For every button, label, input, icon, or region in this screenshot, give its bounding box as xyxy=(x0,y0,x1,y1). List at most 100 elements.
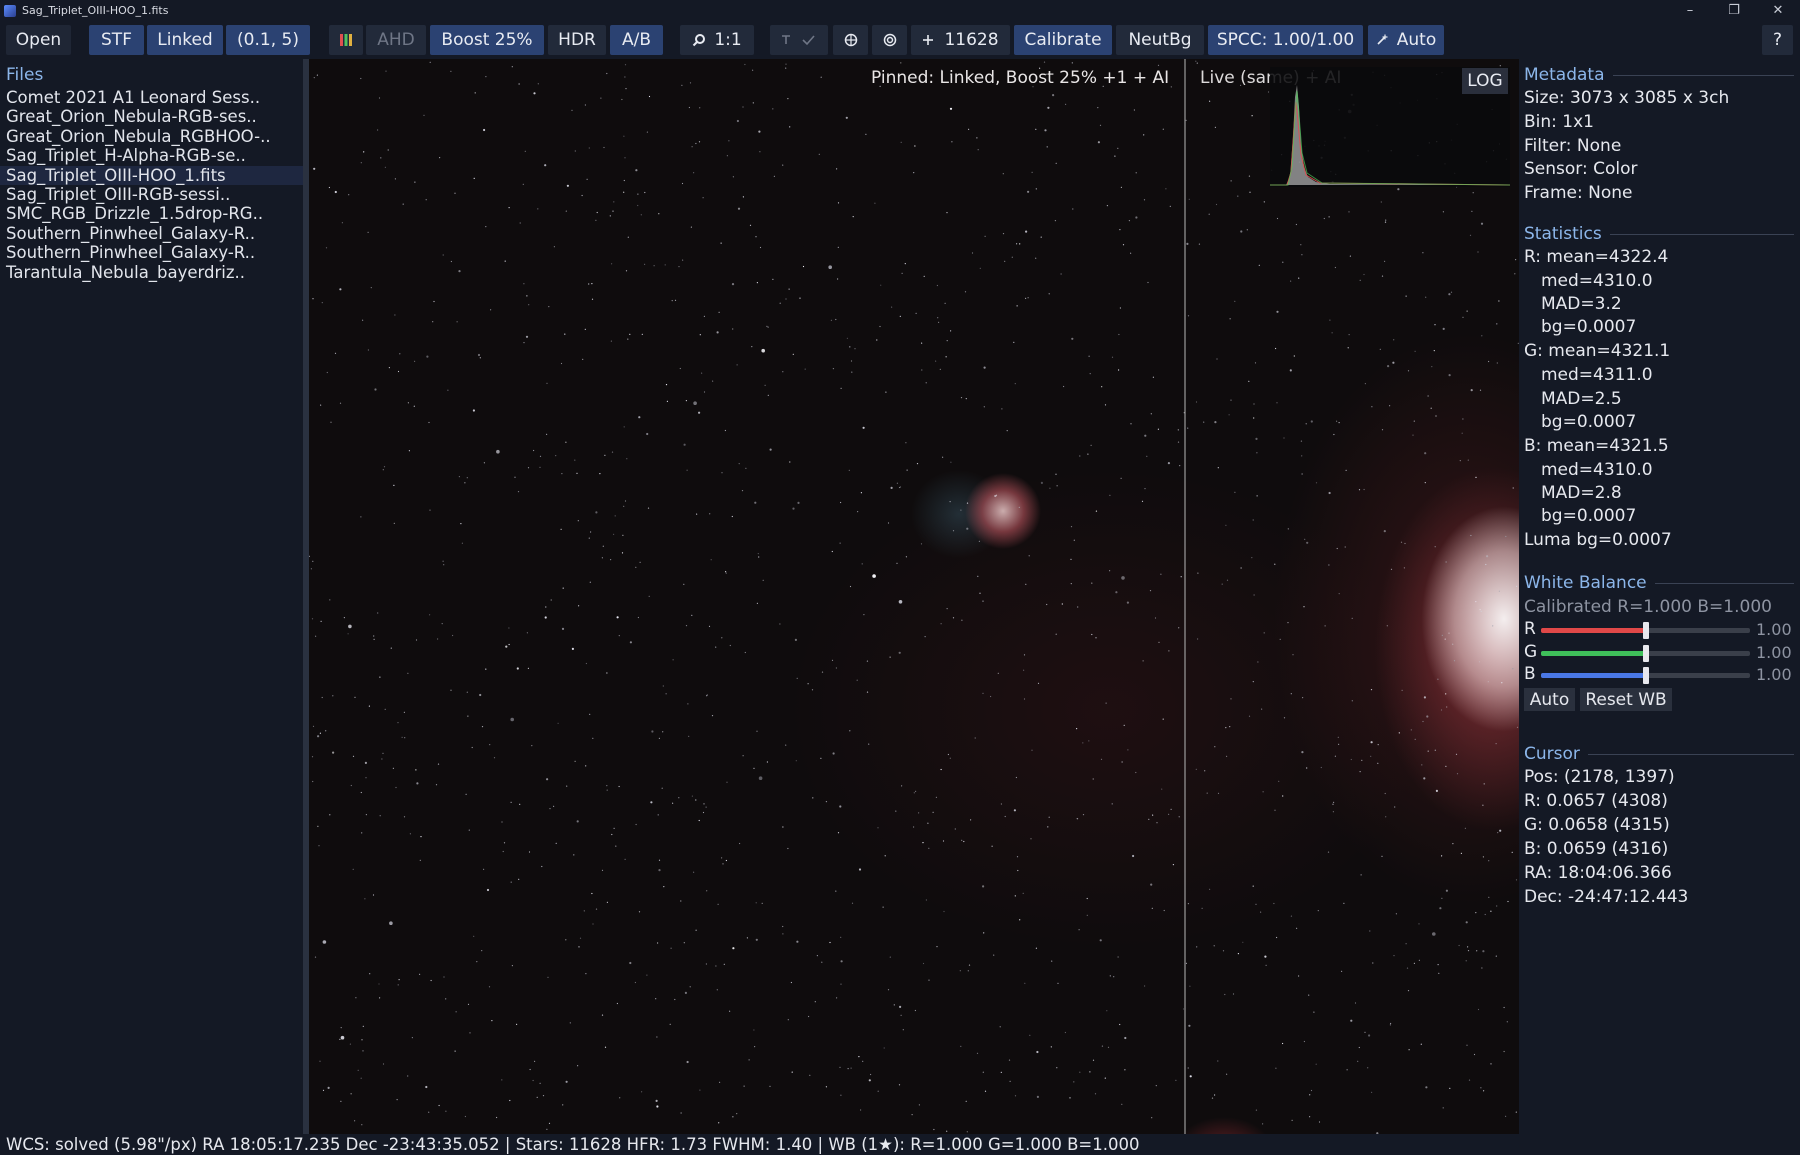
star xyxy=(564,333,566,335)
star xyxy=(924,636,926,638)
star xyxy=(1150,883,1153,886)
wb-b-handle[interactable] xyxy=(1642,667,1649,684)
star xyxy=(946,212,948,214)
cursor-dec: Dec: -24:47:12.443 xyxy=(1524,887,1689,907)
linked-button[interactable]: Linked xyxy=(147,25,223,55)
stretch-params-button[interactable]: (0.1, 5) xyxy=(226,25,310,55)
star xyxy=(537,83,539,85)
open-button[interactable]: Open xyxy=(6,25,71,55)
star xyxy=(468,829,470,831)
star xyxy=(1142,660,1144,662)
close-icon[interactable]: ✕ xyxy=(1756,0,1800,21)
calibrate-button[interactable]: Calibrate xyxy=(1014,25,1112,55)
file-list-item[interactable]: Tarantula_Nebula_bayerdriz.. xyxy=(0,263,303,282)
star xyxy=(549,808,551,810)
star xyxy=(678,266,680,268)
neutbg-button[interactable]: NeutBg xyxy=(1116,25,1204,55)
star xyxy=(1448,374,1451,377)
restore-icon[interactable]: ❐ xyxy=(1712,0,1756,21)
star xyxy=(595,511,598,514)
file-list-item[interactable]: Great_Orion_Nebula-RGB-ses.. xyxy=(0,107,303,126)
star xyxy=(1332,811,1334,813)
help-button[interactable]: ? xyxy=(1762,25,1793,55)
wb-reset-button[interactable]: Reset WB xyxy=(1580,688,1672,711)
file-list-item[interactable]: Great_Orion_Nebula_RGBHOO-.. xyxy=(0,127,303,146)
star xyxy=(1283,717,1286,719)
star xyxy=(638,416,641,419)
star xyxy=(555,455,557,457)
star xyxy=(928,979,930,981)
star xyxy=(1135,172,1137,174)
file-list-item-selected[interactable]: Sag_Triplet_OIII-HOO_1.fits xyxy=(0,165,303,185)
file-list-item[interactable]: Comet 2021 A1 Leonard Sess.. xyxy=(0,88,303,107)
file-list-item[interactable]: Southern_Pinwheel_Galaxy-R.. xyxy=(0,224,303,243)
star xyxy=(787,847,789,850)
star xyxy=(943,910,945,913)
wb-b-slider[interactable] xyxy=(1541,667,1750,684)
star xyxy=(1055,633,1057,635)
star xyxy=(1385,219,1387,221)
star xyxy=(782,164,784,166)
wb-r-handle[interactable] xyxy=(1642,622,1649,639)
star xyxy=(1490,1063,1492,1065)
star xyxy=(1022,892,1024,895)
star xyxy=(1495,743,1497,745)
wb-auto-button[interactable]: Auto xyxy=(1524,688,1575,711)
star xyxy=(946,1130,948,1132)
star xyxy=(656,1105,659,1108)
hdr-button[interactable]: HDR xyxy=(548,25,606,55)
star xyxy=(313,167,316,170)
stf-button[interactable]: STF xyxy=(89,25,144,55)
ahd-button[interactable]: AHD xyxy=(366,25,426,55)
ab-compare-divider[interactable] xyxy=(1184,59,1186,1134)
file-list-item[interactable]: SMC_RGB_Drizzle_1.5drop-RG.. xyxy=(0,204,303,223)
wb-g-handle[interactable] xyxy=(1642,645,1649,662)
star xyxy=(489,744,491,746)
auto-button[interactable]: Auto xyxy=(1368,25,1444,55)
minimize-icon[interactable]: – xyxy=(1668,0,1712,21)
cursor-ra: RA: 18:04:06.366 xyxy=(1524,863,1672,883)
star xyxy=(387,149,389,151)
star xyxy=(1187,427,1189,429)
star xyxy=(576,820,579,823)
boost-button[interactable]: Boost 25% xyxy=(430,25,544,55)
galaxy-button[interactable] xyxy=(872,25,907,55)
star xyxy=(710,559,712,561)
star xyxy=(712,380,714,382)
file-list-item[interactable]: Sag_Triplet_H-Alpha-RGB-se.. xyxy=(0,146,303,165)
magic-icon xyxy=(1377,34,1388,45)
star xyxy=(708,625,711,628)
star xyxy=(1293,355,1295,357)
image-viewport[interactable]: Pinned: Linked, Boost 25% +1 + AI Live (… xyxy=(309,59,1519,1134)
zoom-button[interactable]: 1:1 xyxy=(680,25,754,55)
star xyxy=(574,760,576,762)
star-field xyxy=(309,60,1519,1134)
star xyxy=(1414,738,1416,741)
ab-compare-button[interactable]: A/B xyxy=(610,25,663,55)
star xyxy=(591,283,593,285)
star xyxy=(1079,455,1081,457)
grid-button[interactable] xyxy=(833,25,868,55)
star xyxy=(1229,318,1231,320)
wb-r-slider[interactable] xyxy=(1541,622,1750,639)
histogram-log-button[interactable]: LOG xyxy=(1462,68,1508,94)
star xyxy=(835,318,837,321)
star-detect-button[interactable]: 11628 xyxy=(911,25,1010,55)
star xyxy=(496,449,500,454)
star xyxy=(984,1090,987,1092)
stat-b-med: med=4310.0 xyxy=(1541,460,1653,480)
star xyxy=(935,360,937,362)
star xyxy=(1002,233,1005,235)
annotate-button[interactable] xyxy=(770,25,828,55)
wb-g-slider[interactable] xyxy=(1541,645,1750,662)
stat-b-mad: MAD=2.8 xyxy=(1541,483,1622,503)
star xyxy=(320,404,322,406)
spcc-button[interactable]: SPCC: 1.00/1.00 xyxy=(1208,25,1363,55)
file-list-item[interactable]: Sag_Triplet_OIII-RGB-sessi.. xyxy=(0,185,303,204)
channels-button[interactable] xyxy=(329,25,363,55)
file-list-item[interactable]: Southern_Pinwheel_Galaxy-R.. xyxy=(0,243,303,262)
star xyxy=(1488,896,1490,898)
star xyxy=(688,106,690,109)
star xyxy=(925,382,927,384)
star xyxy=(517,491,520,493)
